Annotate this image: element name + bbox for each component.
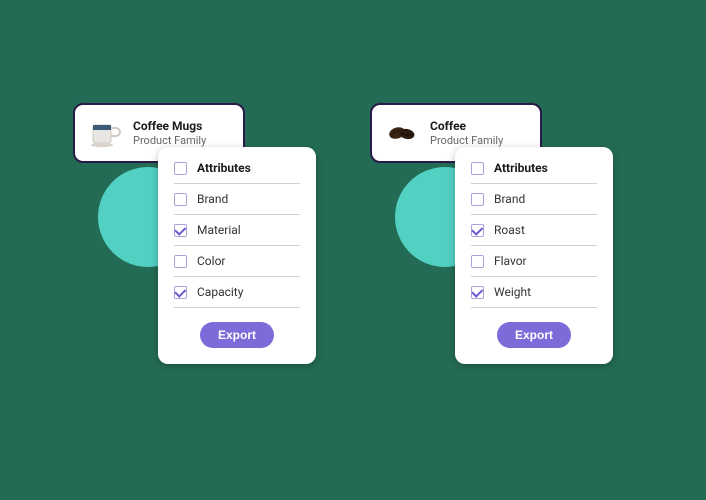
export-button[interactable]: Export (200, 322, 274, 348)
product-text: Coffee Product Family (430, 119, 503, 147)
export-button[interactable]: Export (497, 322, 571, 348)
attribute-checkbox[interactable] (471, 286, 484, 299)
product-subtitle: Product Family (133, 134, 206, 147)
attribute-row[interactable]: Brand (174, 184, 300, 215)
attribute-row[interactable]: Flavor (471, 246, 597, 277)
coffee-beans-icon (384, 115, 420, 151)
attribute-label: Material (197, 223, 241, 237)
attributes-header-row: Attributes (174, 161, 300, 184)
attributes-heading: Attributes (197, 161, 251, 175)
attribute-row[interactable]: Roast (471, 215, 597, 246)
attributes-panel: Attributes Brand Roast Flavor Weight Exp… (455, 147, 613, 364)
attribute-label: Color (197, 254, 225, 268)
attribute-label: Brand (197, 192, 228, 206)
attribute-label: Flavor (494, 254, 527, 268)
attributes-panel: Attributes Brand Material Color Capacity… (158, 147, 316, 364)
attribute-checkbox[interactable] (471, 193, 484, 206)
attribute-checkbox[interactable] (471, 224, 484, 237)
attribute-checkbox[interactable] (471, 255, 484, 268)
product-group-coffee: Coffee Product Family Attributes Brand R… (370, 103, 542, 163)
attribute-label: Roast (494, 223, 525, 237)
attributes-heading: Attributes (494, 161, 548, 175)
product-subtitle: Product Family (430, 134, 503, 147)
attribute-checkbox[interactable] (174, 193, 187, 206)
attribute-row[interactable]: Material (174, 215, 300, 246)
attribute-row[interactable]: Brand (471, 184, 597, 215)
product-title: Coffee (430, 119, 503, 133)
attributes-header-row: Attributes (471, 161, 597, 184)
attribute-label: Weight (494, 285, 531, 299)
mug-icon (87, 115, 123, 151)
attribute-label: Capacity (197, 285, 243, 299)
product-text: Coffee Mugs Product Family (133, 119, 206, 147)
attribute-checkbox[interactable] (174, 224, 187, 237)
attribute-row[interactable]: Weight (471, 277, 597, 308)
product-title: Coffee Mugs (133, 119, 206, 133)
attribute-row[interactable]: Color (174, 246, 300, 277)
attribute-checkbox[interactable] (174, 255, 187, 268)
attribute-label: Brand (494, 192, 525, 206)
select-all-checkbox[interactable] (174, 162, 187, 175)
attribute-checkbox[interactable] (174, 286, 187, 299)
product-group-mugs: Coffee Mugs Product Family Attributes Br… (73, 103, 245, 163)
select-all-checkbox[interactable] (471, 162, 484, 175)
attribute-row[interactable]: Capacity (174, 277, 300, 308)
